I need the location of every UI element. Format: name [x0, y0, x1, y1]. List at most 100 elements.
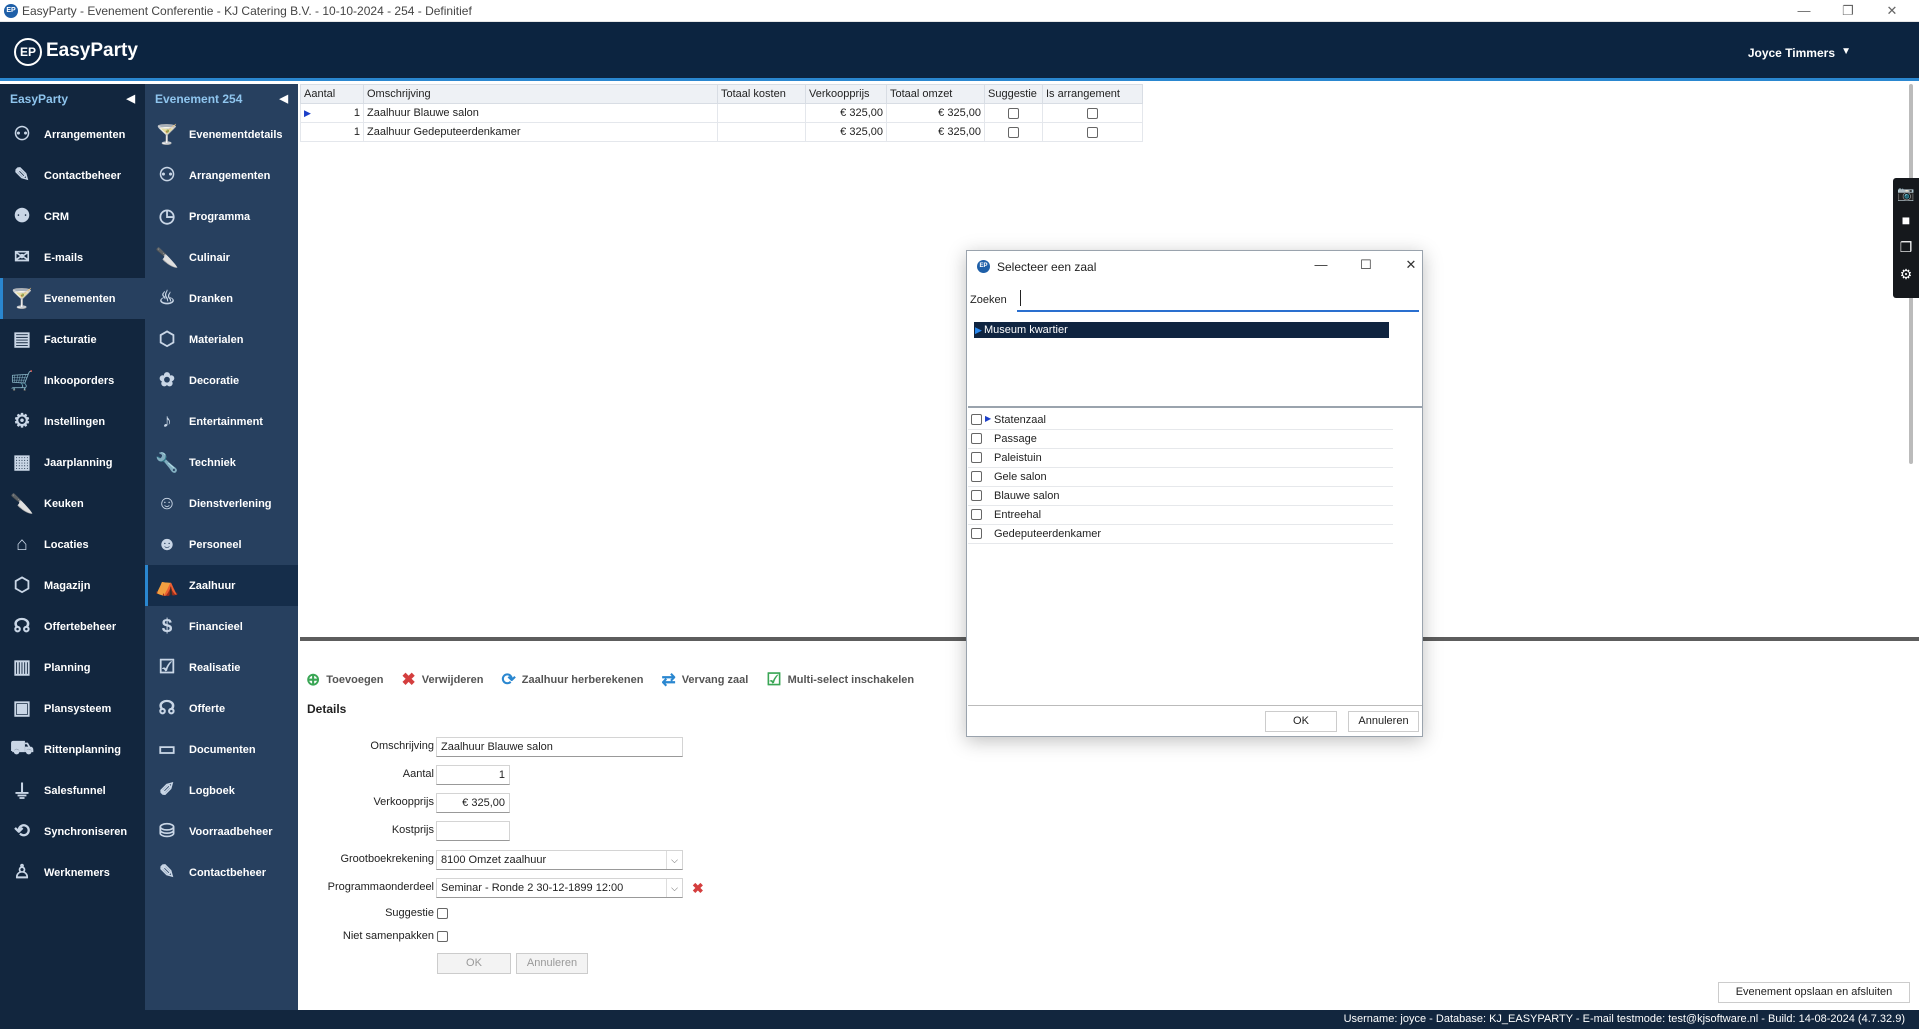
- cell-verkoopprijs[interactable]: € 325,00: [805, 122, 887, 142]
- sidebar-item-plansysteem[interactable]: ▣ Plansysteem: [0, 688, 145, 729]
- sidebar-item-entertainment[interactable]: ♪ Entertainment: [145, 401, 298, 442]
- sidebar-item-e-mails[interactable]: ✉ E-mails: [0, 237, 145, 278]
- table-row[interactable]: ▶ 1 Zaalhuur Blauwe salon € 325,00 € 325,…: [300, 103, 1143, 123]
- arrangement-checkbox[interactable]: [1087, 107, 1098, 119]
- cell-suggestie[interactable]: [984, 103, 1043, 123]
- sidebar-item-arrangementen[interactable]: ⚇ Arrangementen: [0, 114, 145, 155]
- sidebar-item-documenten[interactable]: ▭ Documenten: [145, 729, 298, 770]
- sidebar-item-synchroniseren[interactable]: ⟲ Synchroniseren: [0, 811, 145, 852]
- sidebar-item-planning[interactable]: ▥ Planning: [0, 647, 145, 688]
- room-list[interactable]: ▶ Statenzaal Passage Paleistuin Gele salon Bl…: [968, 411, 1422, 544]
- sidebar-item-arrangementen[interactable]: ⚇ Arrangementen: [145, 155, 298, 196]
- verkoopprijs-field[interactable]: € 325,00: [436, 793, 510, 813]
- location-list[interactable]: ▶ Museum kwartier: [968, 321, 1422, 408]
- sidebar-item-crm[interactable]: ⚉ CRM: [0, 196, 145, 237]
- maximize-icon[interactable]: ☐: [1351, 257, 1381, 273]
- niet-samenpakken-checkbox[interactable]: [437, 931, 448, 942]
- col-omschrijving[interactable]: Omschrijving: [363, 84, 718, 104]
- search-input[interactable]: [1017, 286, 1419, 312]
- sidebar-item-voorraadbeheer[interactable]: ⛁ Voorraadbeheer: [145, 811, 298, 852]
- col-totaal-omzet[interactable]: Totaal omzet: [886, 84, 985, 104]
- cell-arrangement[interactable]: [1042, 122, 1143, 142]
- col-aantal[interactable]: Aantal: [300, 84, 364, 104]
- sidebar-item-decoratie[interactable]: ✿ Decoratie: [145, 360, 298, 401]
- sidebar-item-dranken[interactable]: ♨ Dranken: [145, 278, 298, 319]
- col-is-arrangement[interactable]: Is arrangement: [1042, 84, 1143, 104]
- dialog-cancel-button[interactable]: Annuleren: [1348, 711, 1419, 732]
- multiselect-button[interactable]: ☑ Multi-select inschakelen: [766, 670, 914, 690]
- kostprijs-field[interactable]: [436, 821, 510, 841]
- grootboek-select[interactable]: 8100 Omzet zaalhuur ⌵: [436, 850, 683, 870]
- location-item-selected[interactable]: ▶ Museum kwartier: [974, 322, 1389, 338]
- sidebar-item-magazijn[interactable]: ⬡ Magazijn: [0, 565, 145, 606]
- sidebar-item-contactbeheer[interactable]: ✎ Contactbeheer: [0, 155, 145, 196]
- sidebar-item-techniek[interactable]: 🔧 Techniek: [145, 442, 298, 483]
- save-and-close-button[interactable]: Evenement opslaan en afsluiten: [1718, 982, 1910, 1003]
- camera-icon[interactable]: 📷: [1893, 180, 1919, 207]
- sidebar-item-werknemers[interactable]: ♙ Werknemers: [0, 852, 145, 893]
- suggestie-checkbox[interactable]: [1008, 107, 1019, 119]
- sidebar-item-materialen[interactable]: ⬡ Materialen: [145, 319, 298, 360]
- sidebar-item-culinair[interactable]: 🔪 Culinair: [145, 237, 298, 278]
- replace-room-button[interactable]: ⇄ Vervang zaal: [661, 670, 748, 690]
- arrangement-checkbox[interactable]: [1087, 126, 1098, 138]
- list-item[interactable]: ▶ Statenzaal: [968, 411, 1393, 430]
- cell-omschrijving[interactable]: Zaalhuur Gedeputeerdenkamer: [363, 122, 718, 142]
- user-menu[interactable]: Joyce Timmers: [1748, 46, 1835, 60]
- cell-aantal[interactable]: ▶ 1: [300, 103, 364, 123]
- restore-icon[interactable]: ❐: [1826, 0, 1870, 22]
- room-checkbox[interactable]: [971, 471, 982, 482]
- cell-kosten[interactable]: [717, 122, 806, 142]
- close-icon[interactable]: ✕: [1396, 257, 1426, 273]
- chevron-down-icon[interactable]: ⌵: [666, 879, 682, 897]
- sidebar-item-offerte[interactable]: ☊ Offerte: [145, 688, 298, 729]
- table-row[interactable]: 1 Zaalhuur Gedeputeerdenkamer € 325,00 €…: [300, 122, 1143, 142]
- sidebar-item-realisatie[interactable]: ☑ Realisatie: [145, 647, 298, 688]
- sidebar-item-jaarplanning[interactable]: ▦ Jaarplanning: [0, 442, 145, 483]
- gear-icon[interactable]: ⚙: [1893, 261, 1919, 288]
- cell-kosten[interactable]: [717, 103, 806, 123]
- cell-aantal[interactable]: 1: [300, 122, 364, 142]
- video-icon[interactable]: ■: [1893, 207, 1919, 234]
- room-checkbox[interactable]: [971, 452, 982, 463]
- omschrijving-field[interactable]: Zaalhuur Blauwe salon: [436, 737, 683, 757]
- room-checkbox[interactable]: [971, 433, 982, 444]
- suggestie-checkbox[interactable]: [1008, 126, 1019, 138]
- list-item[interactable]: Entreehal: [968, 506, 1393, 525]
- programma-select[interactable]: Seminar - Ronde 2 30-12-1899 12:00 ⌵: [436, 878, 683, 898]
- sidebar-item-keuken[interactable]: 🔪 Keuken: [0, 483, 145, 524]
- sidebar-item-facturatie[interactable]: ▤ Facturatie: [0, 319, 145, 360]
- list-item[interactable]: Paleistuin: [968, 449, 1393, 468]
- cell-omzet[interactable]: € 325,00: [886, 103, 985, 123]
- cell-verkoopprijs[interactable]: € 325,00: [805, 103, 887, 123]
- col-verkoopprijs[interactable]: Verkoopprijs: [805, 84, 887, 104]
- list-item[interactable]: Blauwe salon: [968, 487, 1393, 506]
- clear-x-icon[interactable]: ✖: [692, 880, 704, 897]
- zaalhuur-grid[interactable]: Aantal Omschrijving Totaal kosten Verkoo…: [300, 84, 1152, 144]
- cell-arrangement[interactable]: [1042, 103, 1143, 123]
- sidebar-item-contactbeheer[interactable]: ✎ Contactbeheer: [145, 852, 298, 893]
- collapse-left-icon[interactable]: ◀: [127, 84, 135, 114]
- cell-omschrijving[interactable]: Zaalhuur Blauwe salon: [363, 103, 718, 123]
- room-checkbox[interactable]: [971, 414, 982, 425]
- delete-button[interactable]: ✖ Verwijderen: [402, 670, 484, 690]
- room-checkbox[interactable]: [971, 509, 982, 520]
- details-cancel-button[interactable]: Annuleren: [516, 953, 588, 974]
- caret-down-icon[interactable]: ▼: [1841, 46, 1851, 57]
- room-checkbox[interactable]: [971, 528, 982, 539]
- list-item[interactable]: Gele salon: [968, 468, 1393, 487]
- sidebar-item-locaties[interactable]: ⌂ Locaties: [0, 524, 145, 565]
- cell-suggestie[interactable]: [984, 122, 1043, 142]
- col-totaal-kosten[interactable]: Totaal kosten: [717, 84, 806, 104]
- sidebar-item-logboek[interactable]: ✐ Logboek: [145, 770, 298, 811]
- sidebar-item-salesfunnel[interactable]: ⏚ Salesfunnel: [0, 770, 145, 811]
- close-icon[interactable]: ✕: [1870, 0, 1914, 22]
- sidebar-item-offertebeheer[interactable]: ☊ Offertebeheer: [0, 606, 145, 647]
- list-item[interactable]: Gedeputeerdenkamer: [968, 525, 1393, 544]
- list-item[interactable]: Passage: [968, 430, 1393, 449]
- chevron-down-icon[interactable]: ⌵: [666, 851, 682, 869]
- room-checkbox[interactable]: [971, 490, 982, 501]
- aantal-field[interactable]: 1: [436, 765, 510, 785]
- minimize-icon[interactable]: —: [1782, 0, 1826, 22]
- sidebar-item-financieel[interactable]: $ Financieel: [145, 606, 298, 647]
